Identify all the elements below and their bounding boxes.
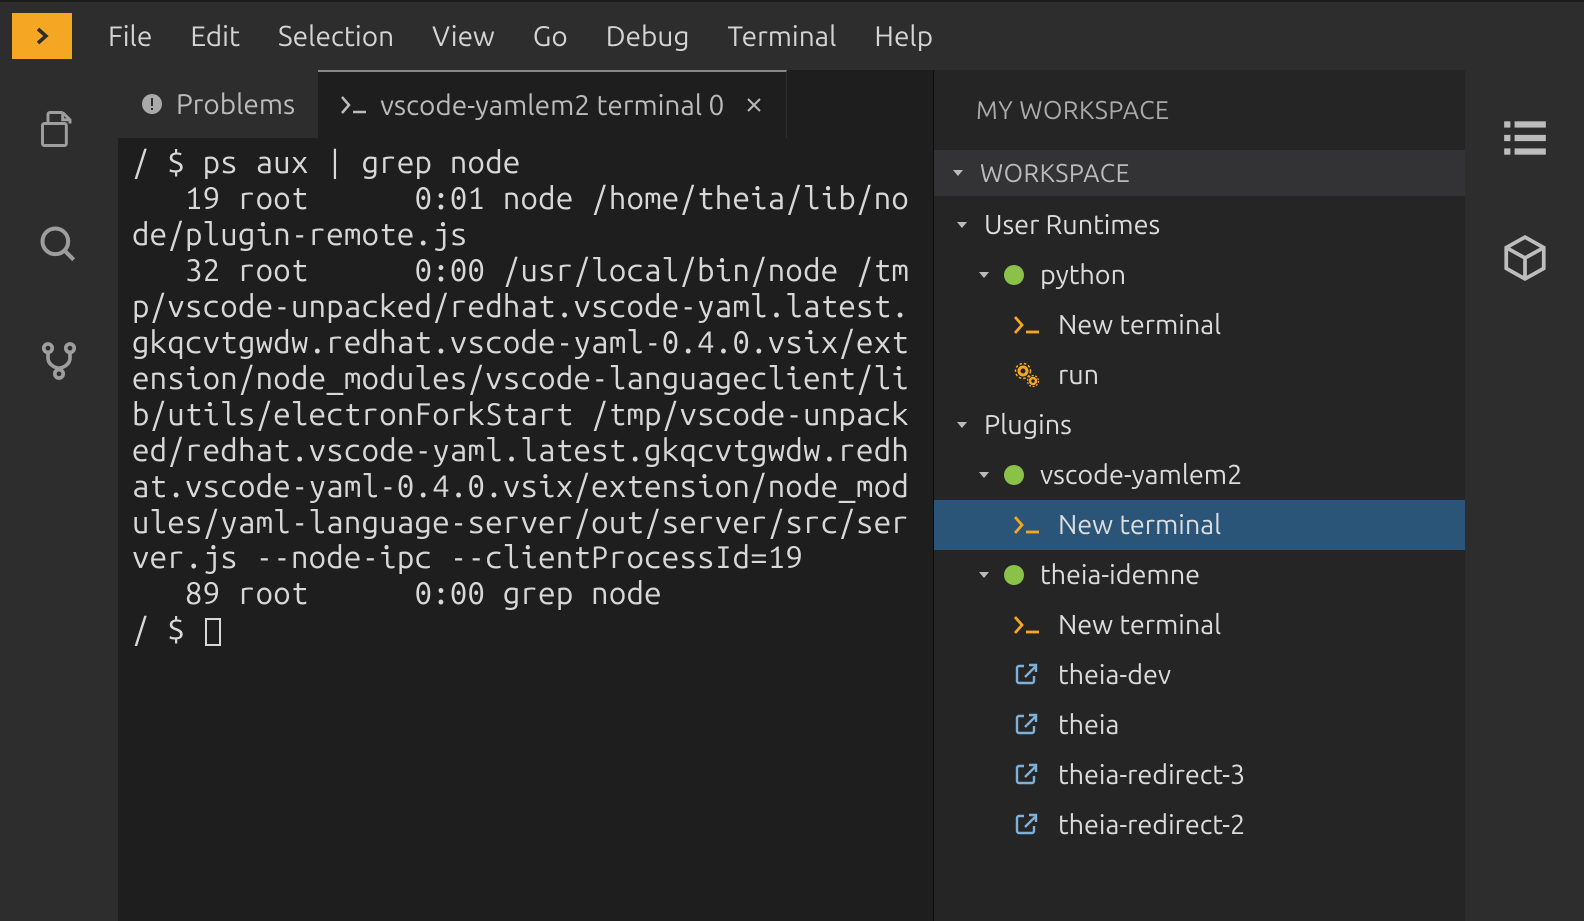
status-dot-icon [1004, 565, 1024, 585]
menubar: File Edit Selection View Go Debug Termin… [0, 2, 1584, 70]
terminal-output[interactable]: / $ ps aux | grep node 19 root 0:01 node… [118, 138, 933, 921]
app-logo[interactable] [12, 13, 72, 59]
terminal-prompt-icon [1012, 310, 1042, 340]
status-dot-icon [1004, 265, 1024, 285]
tab-label: vscode-yamlem2 terminal 0 [380, 90, 724, 121]
tree-theia-idemne[interactable]: theia-idemne [934, 550, 1465, 600]
terminal-text: / $ ps aux | grep node 19 root 0:01 node… [132, 144, 909, 646]
terminal-prompt-icon [340, 95, 368, 115]
tree-label: theia-redirect-3 [1058, 760, 1245, 790]
tree-python-new-terminal[interactable]: New terminal [934, 300, 1465, 350]
tree-theia-link[interactable]: theia [934, 700, 1465, 750]
tree-python-run[interactable]: run [934, 350, 1465, 400]
sidebar-title: MY WORKSPACE [934, 70, 1465, 150]
menu-go[interactable]: Go [533, 21, 568, 52]
tab-problems[interactable]: Problems [118, 70, 318, 138]
tree-theia-idemne-new-terminal[interactable]: New terminal [934, 600, 1465, 650]
problems-icon [140, 92, 164, 116]
workspace-sidebar: MY WORKSPACE WORKSPACE User Runtimes pyt… [933, 70, 1465, 921]
terminal-prompt-icon [1012, 510, 1042, 540]
external-link-icon [1012, 710, 1042, 740]
tree-vscode-yamlem2-new-terminal[interactable]: New terminal [934, 500, 1465, 550]
tree-label: New terminal [1058, 610, 1221, 640]
menu-selection[interactable]: Selection [278, 21, 394, 52]
tree-user-runtimes[interactable]: User Runtimes [934, 200, 1465, 250]
tree-label: theia-dev [1058, 660, 1171, 690]
tree-label: run [1058, 360, 1099, 390]
menu-edit[interactable]: Edit [190, 21, 240, 52]
tree-plugins[interactable]: Plugins [934, 400, 1465, 450]
chevron-right-icon [30, 24, 54, 48]
menu-help[interactable]: Help [874, 21, 933, 52]
menu-debug[interactable]: Debug [606, 21, 690, 52]
tree-theia-dev-link[interactable]: theia-dev [934, 650, 1465, 700]
tree-vscode-yamlem2[interactable]: vscode-yamlem2 [934, 450, 1465, 500]
tree-label: New terminal [1058, 310, 1221, 340]
terminal-cursor [205, 618, 221, 646]
tree-label: theia-redirect-2 [1058, 810, 1245, 840]
tree-label: vscode-yamlem2 [1040, 460, 1242, 490]
menu-terminal[interactable]: Terminal [727, 21, 836, 52]
section-label: WORKSPACE [980, 159, 1130, 187]
external-link-icon [1012, 660, 1042, 690]
activity-bar [0, 70, 118, 921]
tab-label: Problems [176, 89, 295, 120]
menu-file[interactable]: File [108, 21, 152, 52]
chevron-down-icon [976, 567, 992, 583]
chevron-down-icon [954, 417, 970, 433]
close-icon[interactable] [744, 95, 764, 115]
package-icon[interactable] [1497, 230, 1553, 286]
tabs-row: Problems vscode-yamlem2 terminal 0 [118, 70, 933, 138]
tab-terminal[interactable]: vscode-yamlem2 terminal 0 [318, 70, 787, 138]
status-dot-icon [1004, 465, 1024, 485]
tree-theia-redirect-3-link[interactable]: theia-redirect-3 [934, 750, 1465, 800]
right-activity-bar [1465, 70, 1584, 921]
workspace-section-header[interactable]: WORKSPACE [934, 150, 1465, 196]
editor-area: Problems vscode-yamlem2 terminal 0 / $ p… [118, 70, 933, 921]
search-icon[interactable] [32, 218, 86, 272]
tree-label: New terminal [1058, 510, 1221, 540]
chevron-down-icon [954, 217, 970, 233]
chevron-down-icon [950, 165, 966, 181]
gears-icon [1012, 360, 1042, 390]
tree-label: User Runtimes [984, 210, 1160, 240]
source-control-icon[interactable] [32, 334, 86, 388]
tree-label: theia-idemne [1040, 560, 1200, 590]
terminal-prompt-icon [1012, 610, 1042, 640]
tree-theia-redirect-2-link[interactable]: theia-redirect-2 [934, 800, 1465, 850]
tree-label: Plugins [984, 410, 1072, 440]
tree-label: theia [1058, 710, 1119, 740]
chevron-down-icon [976, 467, 992, 483]
tree-python[interactable]: python [934, 250, 1465, 300]
menu-view[interactable]: View [432, 21, 495, 52]
external-link-icon [1012, 810, 1042, 840]
chevron-down-icon [976, 267, 992, 283]
tree-label: python [1040, 260, 1126, 290]
list-icon[interactable] [1497, 110, 1553, 166]
external-link-icon [1012, 760, 1042, 790]
explorer-icon[interactable] [32, 102, 86, 156]
